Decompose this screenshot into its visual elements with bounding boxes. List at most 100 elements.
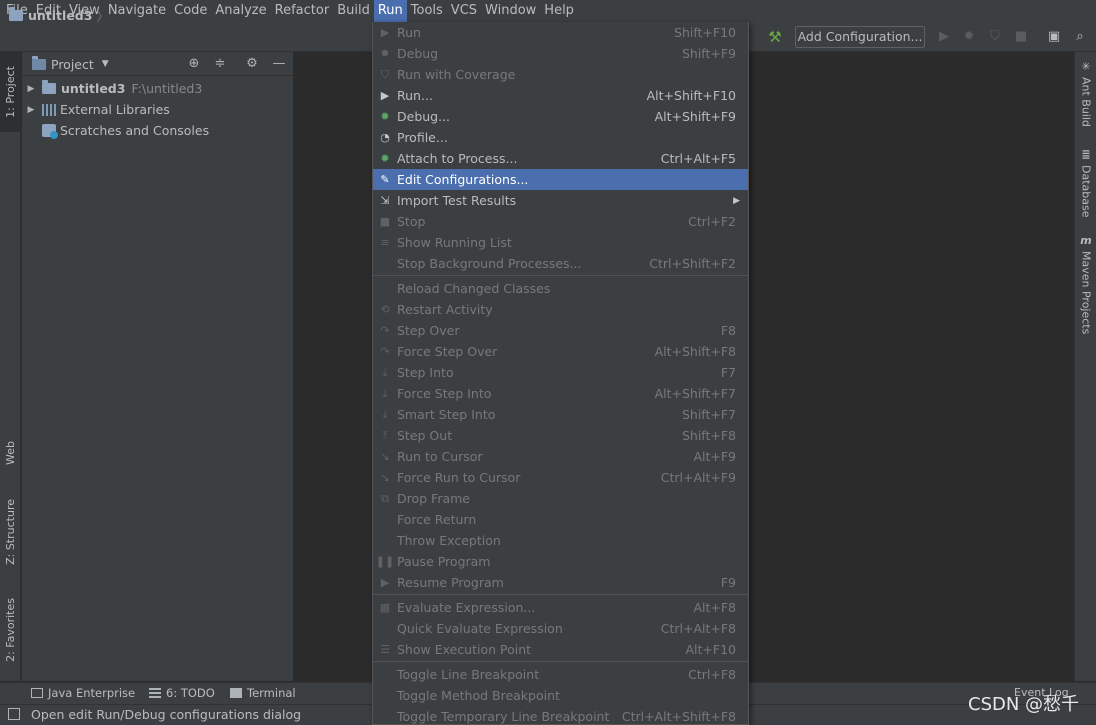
menu-item-label: Attach to Process... — [397, 151, 518, 166]
menu-item-shortcut: Ctrl+Alt+F8 — [660, 621, 736, 636]
menu-item-label: Drop Frame — [397, 491, 470, 506]
tab-structure[interactable]: Z: Structure — [0, 489, 21, 574]
menu-item-label: Import Test Results — [397, 193, 517, 208]
play-icon: ▶ — [380, 26, 390, 39]
project-view-selector[interactable]: Project ▼ — [32, 55, 109, 73]
project-structure-icon[interactable]: ▣ — [1045, 28, 1063, 46]
menu-item-label: Smart Step Into — [397, 407, 496, 422]
menu-item-attach-to-process[interactable]: ✹ Attach to Process... Ctrl+Alt+F5 — [373, 148, 748, 169]
run-toolbar-icon[interactable]: ▶ — [935, 28, 953, 46]
menu-item-resume-program[interactable]: ▶ Resume Program F9 — [373, 572, 748, 593]
menu-item-stop[interactable]: ■ Stop Ctrl+F2 — [373, 211, 748, 232]
hide-panel-icon[interactable]: — — [270, 55, 288, 73]
menu-item-smart-step-into[interactable]: ⤓ Smart Step Into Shift+F7 — [373, 404, 748, 425]
debug-toolbar-icon[interactable]: ✹ — [960, 28, 978, 46]
menu-item-profile[interactable]: ◔ Profile... — [373, 127, 748, 148]
menu-analyze[interactable]: Analyze — [211, 0, 270, 22]
search-icon[interactable]: ⌕ — [1071, 28, 1089, 46]
menu-item-toggle-temporary-line-breakpoint[interactable]: Toggle Temporary Line Breakpoint Ctrl+Alt… — [373, 706, 748, 724]
menu-window[interactable]: Window — [481, 0, 540, 22]
add-configuration-button[interactable]: Add Configuration... — [795, 26, 925, 48]
tab-database[interactable]: ≣ Database — [1075, 148, 1096, 218]
menu-separator — [373, 275, 748, 276]
tree-item-scratches[interactable]: Scratches and Consoles — [24, 120, 209, 141]
menu-vcs[interactable]: VCS — [447, 0, 481, 22]
menu-item-edit-configurations[interactable]: ✎ Edit Configurations... — [373, 169, 748, 190]
tab-java-enterprise[interactable]: Java Enterprise — [31, 685, 135, 701]
menu-item-force-return[interactable]: Force Return — [373, 509, 748, 530]
menu-item-shortcut: F7 — [720, 365, 736, 380]
tree-item-untitled3[interactable]: ▶ untitled3 F:\untitled3 — [24, 78, 202, 99]
tab-terminal[interactable]: Terminal — [230, 685, 296, 701]
menu-help[interactable]: Help — [540, 0, 578, 22]
menu-item-restart-activity[interactable]: ⟲ Restart Activity — [373, 299, 748, 320]
menu-item-reload-changed-classes[interactable]: Reload Changed Classes — [373, 278, 748, 299]
menu-item-debug[interactable]: ✹ Debug... Alt+Shift+F9 — [373, 106, 748, 127]
menu-code[interactable]: Code — [170, 0, 211, 22]
menu-item-throw-exception[interactable]: Throw Exception — [373, 530, 748, 551]
play-icon: ▶ — [380, 89, 390, 102]
menu-item-step-out[interactable]: ⤒ Step Out Shift+F8 — [373, 425, 748, 446]
menu-item-shortcut: Ctrl+Alt+F5 — [660, 151, 736, 166]
menu-item-run[interactable]: ▶ Run Shift+F10 — [373, 22, 748, 43]
tab-project[interactable]: 1: Project — [0, 52, 21, 132]
menu-refactor[interactable]: Refactor — [271, 0, 334, 22]
chevron-down-icon: ▼ — [101, 59, 109, 69]
menu-item-toggle-line-breakpoint[interactable]: Toggle Line Breakpoint Ctrl+F8 — [373, 664, 748, 685]
toggle-tool-windows-icon[interactable] — [8, 708, 20, 720]
menu-item-force-step-over[interactable]: ↷ Force Step Over Alt+Shift+F8 — [373, 341, 748, 362]
maven-icon: m — [1080, 234, 1092, 247]
menu-item-evaluate-expression[interactable]: ▦ Evaluate Expression... Alt+F8 — [373, 597, 748, 618]
gear-icon[interactable]: ⚙ — [243, 55, 261, 73]
menu-item-step-over[interactable]: ↷ Step Over F8 — [373, 320, 748, 341]
menu-item-label: Force Step Into — [397, 386, 492, 401]
pencil-icon: ✎ — [380, 173, 390, 186]
list-icon: ≡ — [380, 236, 390, 249]
stop-toolbar-icon[interactable]: ■ — [1012, 28, 1030, 46]
tab-maven[interactable]: m Maven Projects — [1075, 234, 1096, 334]
menu-separator — [373, 661, 748, 662]
menu-item-toggle-method-breakpoint[interactable]: Toggle Method Breakpoint — [373, 685, 748, 706]
menu-item-drop-frame[interactable]: ⧉ Drop Frame — [373, 488, 748, 509]
tab-web[interactable]: Web — [0, 427, 21, 479]
pause-icon: ❚❚ — [375, 555, 395, 568]
menu-item-run[interactable]: ▶ Run... Alt+Shift+F10 — [373, 85, 748, 106]
menu-item-run-to-cursor[interactable]: ↘ Run to Cursor Alt+F9 — [373, 446, 748, 467]
tree-item-external-libraries[interactable]: ▶ External Libraries — [24, 99, 170, 120]
tab-terminal-label: Terminal — [247, 686, 296, 700]
expand-arrow-icon[interactable]: ▶ — [24, 84, 38, 94]
todo-list-icon — [149, 688, 161, 698]
collapse-all-icon[interactable]: ≑ — [211, 55, 229, 73]
menu-item-run-with-coverage[interactable]: ⛉ Run with Coverage — [373, 64, 748, 85]
menu-item-pause-program[interactable]: ❚❚ Pause Program — [373, 551, 748, 572]
menu-item-shortcut: Alt+F9 — [693, 449, 736, 464]
menu-item-debug[interactable]: ✹ Debug Shift+F9 — [373, 43, 748, 64]
breadcrumb[interactable]: untitled3 〉 — [9, 6, 109, 24]
menu-item-import-test-results[interactable]: ⇲ Import Test Results ▶ — [373, 190, 748, 211]
menu-tools[interactable]: Tools — [407, 0, 447, 22]
run-to-cursor-icon: ↘ — [380, 450, 390, 463]
build-hammer-icon[interactable]: ⚒ — [766, 28, 784, 46]
menu-item-force-run-to-cursor[interactable]: ↘ Force Run to Cursor Ctrl+Alt+F9 — [373, 467, 748, 488]
scroll-from-source-icon[interactable]: ⊕ — [185, 55, 203, 73]
menu-item-label: Resume Program — [397, 575, 504, 590]
menu-item-force-step-into[interactable]: ⤓ Force Step Into Alt+Shift+F7 — [373, 383, 748, 404]
menu-item-quick-evaluate-expression[interactable]: Quick Evaluate Expression Ctrl+Alt+F8 — [373, 618, 748, 639]
menu-item-stop-background-processes[interactable]: Stop Background Processes... Ctrl+Shift+F… — [373, 253, 748, 274]
menu-item-shortcut: Alt+Shift+F9 — [654, 109, 736, 124]
coverage-toolbar-icon[interactable]: ⛉ — [986, 28, 1004, 46]
expand-arrow-icon[interactable]: ▶ — [24, 105, 38, 115]
menu-item-label: Force Return — [397, 512, 477, 527]
tab-ant-build[interactable]: ✳ Ant Build — [1075, 60, 1096, 127]
menu-item-show-running-list[interactable]: ≡ Show Running List — [373, 232, 748, 253]
tab-favorites[interactable]: 2: Favorites — [0, 587, 21, 672]
tree-item-label: Scratches and Consoles — [60, 123, 210, 138]
menu-item-step-into[interactable]: ⤓ Step Into F7 — [373, 362, 748, 383]
menu-item-show-execution-point[interactable]: ☰ Show Execution Point Alt+F10 — [373, 639, 748, 660]
menu-navigate[interactable]: Navigate — [104, 0, 170, 22]
tab-web-label: Web — [4, 441, 17, 465]
menu-run[interactable]: Run — [373, 0, 407, 22]
menu-item-label: Debug... — [397, 109, 451, 124]
tab-todo[interactable]: 6: TODO — [149, 685, 215, 701]
menu-build[interactable]: Build — [333, 0, 374, 22]
